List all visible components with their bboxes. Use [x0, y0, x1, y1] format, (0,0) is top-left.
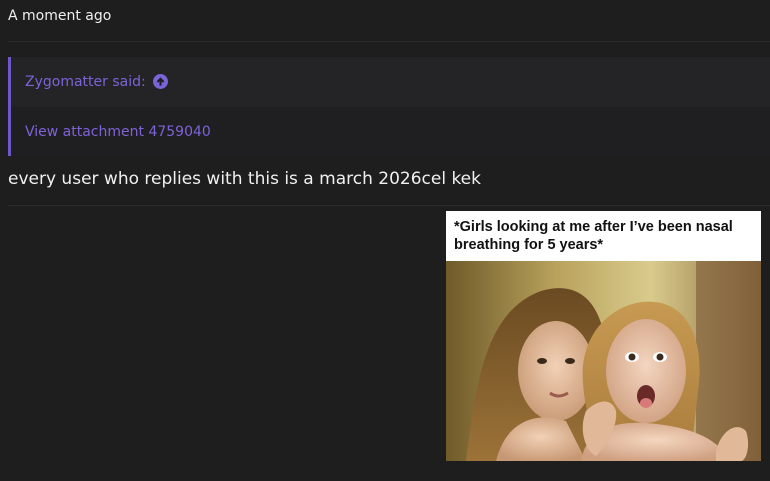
quote-header: Zygomatter said: — [11, 57, 770, 106]
post-body-text: every user who replies with this is a ma… — [8, 169, 481, 189]
quote-block: Zygomatter said: View attachment 4759040 — [8, 57, 770, 156]
arrow-up-circle-icon[interactable] — [152, 74, 168, 89]
divider — [8, 205, 770, 206]
attached-image[interactable]: *Girls looking at me after I’ve been nas… — [446, 211, 761, 461]
quote-content: View attachment 4759040 — [11, 107, 770, 156]
meme-caption: *Girls looking at me after I’ve been nas… — [454, 219, 733, 253]
post-timestamp[interactable]: A moment ago — [8, 6, 111, 26]
divider — [8, 41, 770, 42]
meme-photo — [446, 261, 761, 461]
quote-author[interactable]: Zygomatter said: — [25, 73, 146, 91]
view-attachment-link[interactable]: View attachment 4759040 — [25, 123, 211, 141]
meme-caption-area: *Girls looking at me after I’ve been nas… — [446, 211, 761, 261]
